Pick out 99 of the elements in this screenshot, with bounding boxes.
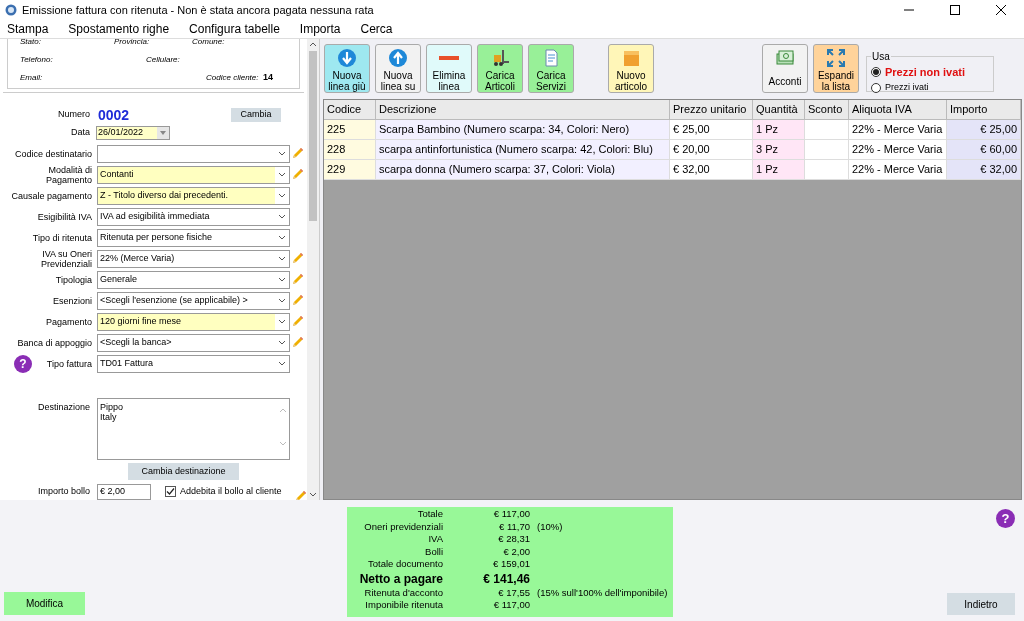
field-label: Tipologia [55,274,92,285]
info-label: Email: [20,72,43,84]
window-title: Emissione fattura con ritenuta - Non è stata ancora pagata nessuna rata [22,2,374,18]
table-cell: scarpa donna (Numero scarpa: 37, Colori: Viola) [376,160,670,180]
toolbar-button[interactable]: Nuovo articolo [608,44,654,93]
field-label: Codice destinatario [14,148,92,159]
table-cell: € 32,00 [947,160,1021,180]
field-label: Tipo fattura [46,358,92,369]
summary-value: € 2,00 [502,544,530,559]
field-label: Data [70,126,90,140]
summary-value: € 28,31 [497,532,530,547]
field-label: Pagamento [45,316,92,327]
stamp-amount-field[interactable]: € 2,00 [97,483,151,500]
summary-value: € 117,00 [492,507,530,522]
table-cell: 22% - Merce Varia [849,160,947,180]
radio-label: Prezzi ivati [885,81,929,95]
table-cell: scarpa antinfortunistica (Numero scarpa: 42, Colori: Blu) [376,140,670,160]
table-cell: 228 [324,140,376,160]
table-cell: 22% - Merce Varia [849,120,947,140]
table-cell: € 20,00 [670,140,753,160]
dropdown-field[interactable]: TD01 Fattura [97,354,290,373]
table-cell: 3 Pz [753,140,805,160]
field-label: Esigibilità IVA [37,211,92,222]
toolbar-button[interactable]: Espandi la lista [813,44,859,93]
dropdown-field[interactable]: Ritenuta per persone fisiche [97,228,290,247]
info-label: Comune: [192,39,225,48]
menu-item[interactable]: Cerca [357,20,396,38]
dropdown-field[interactable]: <Scegli la banca> [97,333,290,352]
toolbar-button[interactable]: Elimina linea [426,44,472,93]
summary-label: Bolli [424,544,443,559]
toolbar-button[interactable]: Nuova linea su [375,44,421,93]
summary-value: € 141,46 [482,570,530,588]
dropdown-field[interactable]: 22% (Merce Varia) [97,249,290,268]
field-label: Banca di appoggio [17,337,92,348]
summary-label: Netto a pagare [358,570,443,588]
table-cell: 1 Pz [753,120,805,140]
field-label: Tipo di ritenuta [32,232,92,243]
dropdown-field[interactable]: Z - Titolo diverso dai precedenti. [97,186,290,205]
summary-label: Totale documento [367,557,443,572]
table-cell: 229 [324,160,376,180]
summary-label: Oneri previdenziali [363,519,443,534]
table-cell: 22% - Merce Varia [849,140,947,160]
invoice-number: 0002 [98,105,130,125]
toolbar-button[interactable]: Carica Servizi [528,44,574,93]
summary-value: € 117,00 [492,598,530,613]
dropdown-field[interactable]: Contanti [97,165,290,184]
change-destination-button[interactable]: Cambia destinazione [128,463,239,480]
field-label: IVA su Oneri Previdenziali [39,248,92,269]
info-label: Codice cliente: [206,72,259,84]
summary-value: € 17,55 [497,585,530,600]
summary-label: Ritenuta d'acconto [363,586,443,600]
toolbar-button[interactable]: Nuova linea giù [324,44,370,93]
info-label: Provincia: [114,39,150,48]
info-label: Telefono: [20,54,53,66]
table-cell: 1 Pz [753,160,805,180]
summary-note: (10%) [537,519,563,534]
dropdown-field[interactable]: 120 giorni fine mese [97,312,290,331]
summary-value: € 11,70 [498,519,530,534]
table-cell: € 60,00 [947,140,1021,160]
toolbar-button[interactable]: Acconti [762,44,808,93]
radio-label: Prezzi non ivati [885,64,966,80]
summary-label: Imponibile ritenuta [364,598,443,613]
menu-item[interactable]: Configura tabelle [186,20,283,38]
customer-code: 14 [263,71,273,84]
summary-value: € 159,01 [492,557,530,572]
toolbar-button[interactable]: Carica Articoli [477,44,523,93]
field-label: Destinazione [36,401,90,414]
menu-item[interactable]: Stampa [4,20,52,38]
text-line: Italy [100,412,117,422]
menu-item[interactable]: Spostamento righe [65,20,173,38]
cambia-button[interactable]: Cambia [231,108,282,122]
dropdown-field[interactable]: <Scegli l'esenzione (se applicabile) > [97,291,290,310]
indietro-button[interactable]: Indietro [947,593,1015,615]
checkbox-label: Addebita il bollo al cliente [180,484,282,498]
field-label: Numero [57,108,90,122]
summary-label: Totale [416,507,443,522]
help-button[interactable]: ? [14,354,32,373]
table-cell: Scarpa Bambino (Numero scarpa: 34, Colori: Nero) [376,120,670,140]
field-label: Esenzioni [52,295,92,306]
table-cell: € 32,00 [670,160,753,180]
destination-textarea[interactable]: Pippo Italy [97,398,290,460]
table-cell: € 25,00 [947,120,1021,140]
field-label: Importo bollo [36,484,90,498]
help-button[interactable]: ? [996,509,1015,528]
field-label: Modalità di Pagamento [44,164,92,185]
info-label: Cellulare: [146,54,180,66]
group-title: Usa [871,50,891,64]
dropdown-field[interactable]: IVA ad esigibilità immediata [97,207,290,226]
text-line: Pippo [100,402,124,412]
field-label: Causale pagamento [11,190,92,201]
date-field[interactable]: 26/01/2022 [96,126,170,140]
modifica-button[interactable]: Modifica [4,592,85,615]
info-label: Stato: [20,39,41,48]
menu-item[interactable]: Importa [296,20,344,38]
dropdown-field[interactable]: Generale [97,270,290,289]
table-cell: 225 [324,120,376,140]
table-cell: € 25,00 [670,120,753,140]
summary-note: (15% sull'100% dell'imponibile) [537,585,668,600]
summary-label: IVA [427,532,443,547]
